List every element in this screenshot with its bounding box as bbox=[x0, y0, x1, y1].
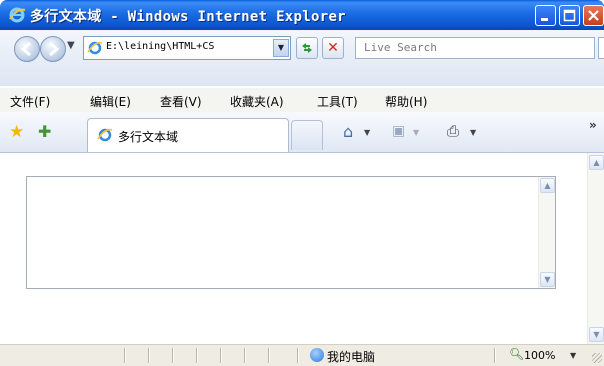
menu-bar: 文件(F) 编辑(E) 查看(V) 收藏夹(A) 工具(T) 帮助(H) bbox=[0, 88, 604, 113]
status-divider bbox=[196, 348, 198, 363]
print-dropdown-icon[interactable]: ▼ bbox=[470, 128, 476, 137]
history-dropdown-icon[interactable]: ▼ bbox=[67, 40, 75, 51]
security-zone-label[interactable]: 我的电脑 bbox=[327, 348, 375, 365]
multiline-textarea[interactable]: ▲ ▼ bbox=[26, 176, 556, 289]
menu-view[interactable]: 查看(V) bbox=[160, 93, 202, 110]
back-button[interactable] bbox=[14, 36, 40, 62]
refresh-button[interactable] bbox=[296, 37, 318, 59]
minimize-icon bbox=[541, 18, 548, 21]
my-computer-icon bbox=[310, 348, 324, 362]
stop-icon: ✕ bbox=[327, 40, 339, 56]
forward-arrow-icon bbox=[49, 41, 60, 57]
menu-favorites[interactable]: 收藏夹(A) bbox=[230, 93, 284, 110]
status-divider bbox=[148, 348, 150, 363]
ie-icon bbox=[9, 7, 26, 23]
address-input[interactable]: E:\leining\HTML+CS bbox=[106, 41, 266, 52]
tab-ie-icon bbox=[97, 128, 113, 142]
status-bar: 我的电脑 🔍︎ 100% ▼ bbox=[0, 344, 604, 366]
status-divider bbox=[268, 348, 270, 363]
address-dropdown-button[interactable]: ▼ bbox=[273, 39, 289, 57]
forward-button[interactable] bbox=[40, 36, 66, 62]
title-bar[interactable]: 多行文本域 - Windows Internet Explorer bbox=[0, 0, 604, 30]
menu-file[interactable]: 文件(F) bbox=[10, 93, 50, 110]
close-icon bbox=[588, 10, 599, 21]
page-content: ▲ ▼ ▲ ▼ bbox=[0, 153, 604, 344]
page-scroll-up-icon[interactable]: ▲ bbox=[589, 155, 604, 170]
tab-label: 多行文本域 bbox=[118, 130, 179, 144]
search-button[interactable] bbox=[598, 37, 604, 59]
address-bar[interactable]: E:\leining\HTML+CS ▼ bbox=[83, 36, 291, 60]
home-dropdown-icon[interactable]: ▼ bbox=[364, 128, 370, 137]
status-divider bbox=[220, 348, 222, 363]
maximize-button[interactable] bbox=[559, 5, 580, 26]
window-title: 多行文本域 - Windows Internet Explorer bbox=[30, 9, 346, 25]
status-divider bbox=[172, 348, 174, 363]
stop-button[interactable]: ✕ bbox=[322, 37, 344, 59]
feeds-dropdown-icon[interactable]: ▼ bbox=[413, 128, 419, 137]
more-tools-icon[interactable]: » bbox=[589, 118, 597, 132]
search-input[interactable]: Live Search bbox=[364, 41, 437, 54]
resize-grip-icon[interactable] bbox=[592, 353, 602, 363]
new-tab-button[interactable] bbox=[291, 120, 323, 150]
favorites-center-icon[interactable]: ★ bbox=[9, 124, 24, 141]
tab-bar: ★ ✚ 多行文本域 ⌂ ▼ ▣ ▼ ⎙ ▼ » bbox=[0, 112, 604, 153]
search-box[interactable]: Live Search bbox=[355, 37, 595, 59]
status-divider bbox=[297, 348, 299, 363]
close-button[interactable] bbox=[583, 5, 604, 26]
menu-tools[interactable]: 工具(T) bbox=[317, 93, 358, 110]
textarea-scroll-up-icon[interactable]: ▲ bbox=[540, 178, 555, 193]
add-to-favorites-icon[interactable]: ✚ bbox=[38, 124, 51, 140]
tab-active[interactable]: 多行文本域 bbox=[87, 118, 289, 152]
menu-help[interactable]: 帮助(H) bbox=[385, 93, 427, 110]
back-arrow-icon bbox=[20, 41, 31, 57]
zoom-dropdown-icon[interactable]: ▼ bbox=[570, 351, 576, 360]
page-scroll-down-icon[interactable]: ▼ bbox=[589, 327, 604, 342]
refresh-icon bbox=[302, 43, 312, 53]
home-icon[interactable]: ⌂ bbox=[343, 124, 353, 140]
status-divider bbox=[494, 348, 496, 363]
page-scrollbar[interactable]: ▲ ▼ bbox=[587, 153, 604, 344]
maximize-icon bbox=[563, 9, 576, 22]
status-divider bbox=[124, 348, 126, 363]
menu-edit[interactable]: 编辑(E) bbox=[90, 93, 131, 110]
zoom-icon[interactable]: 🔍︎ bbox=[509, 347, 524, 361]
print-icon[interactable]: ⎙ bbox=[447, 124, 459, 139]
status-divider bbox=[244, 348, 246, 363]
zoom-level[interactable]: 100% bbox=[524, 349, 555, 362]
feeds-icon[interactable]: ▣ bbox=[392, 124, 405, 138]
textarea-scrollbar[interactable]: ▲ ▼ bbox=[538, 177, 555, 288]
textarea-scroll-down-icon[interactable]: ▼ bbox=[540, 272, 555, 287]
page-ie-icon bbox=[87, 41, 103, 55]
navigation-bar: ▼ E:\leining\HTML+CS ▼ ✕ Live Search bbox=[0, 30, 604, 86]
minimize-button[interactable] bbox=[535, 5, 556, 26]
